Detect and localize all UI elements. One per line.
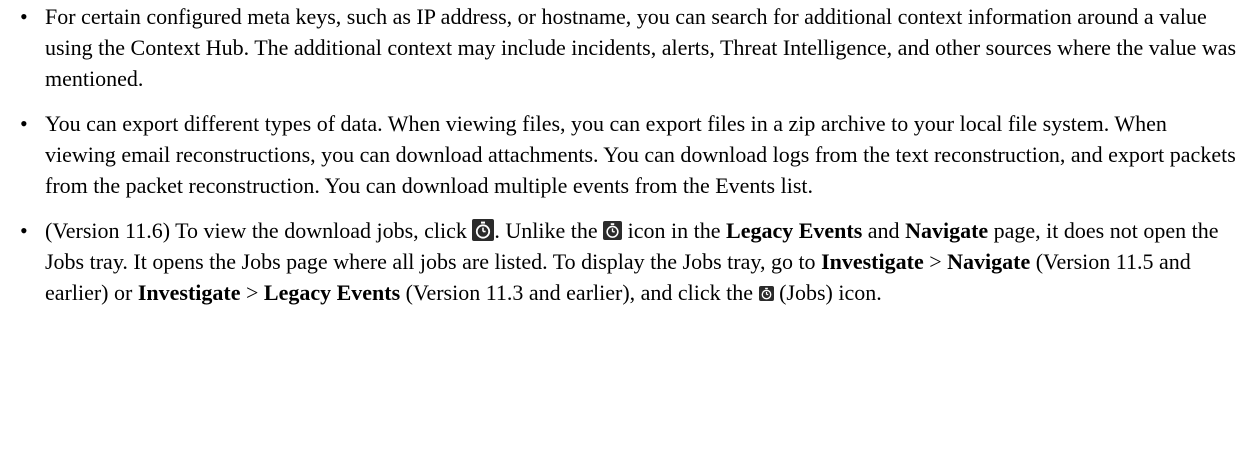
text-segment: . Unlike the xyxy=(494,218,604,243)
ui-term-navigate: Navigate xyxy=(947,249,1031,274)
text-segment: (Version 11.3 and earlier), and click th… xyxy=(400,280,759,305)
bullet-marker: • xyxy=(20,111,28,136)
text-segment: (Jobs) icon. xyxy=(773,280,882,305)
ui-term-navigate: Navigate xyxy=(905,218,989,243)
document-body: • For certain configured meta keys, such… xyxy=(0,0,1248,308)
text-segment: icon in the xyxy=(622,218,727,243)
stopwatch-icon xyxy=(758,286,774,301)
text-segment: and xyxy=(862,218,906,243)
bullet-list: • For certain configured meta keys, such… xyxy=(0,1,1248,308)
ui-term-investigate: Investigate xyxy=(821,249,924,274)
paragraph-text: You can export different types of data. … xyxy=(45,111,1236,198)
stopwatch-icon[interactable] xyxy=(472,219,495,241)
text-segment: > xyxy=(240,280,264,305)
stopwatch-icon xyxy=(603,221,623,240)
text-segment: > xyxy=(923,249,948,274)
ui-term-legacy-events: Legacy Events xyxy=(726,218,863,243)
text-segment: (Version 11.6) To view the download jobs… xyxy=(45,218,473,243)
list-item: • You can export different types of data… xyxy=(0,108,1248,201)
list-item: • (Version 11.6) To view the download jo… xyxy=(0,215,1248,308)
list-item: • For certain configured meta keys, such… xyxy=(0,1,1248,94)
ui-term-legacy-events: Legacy Events xyxy=(263,280,401,305)
paragraph-text: For certain configured meta keys, such a… xyxy=(45,4,1237,91)
ui-term-investigate: Investigate xyxy=(137,280,241,305)
bullet-marker: • xyxy=(20,4,28,29)
bullet-marker: • xyxy=(20,218,28,243)
